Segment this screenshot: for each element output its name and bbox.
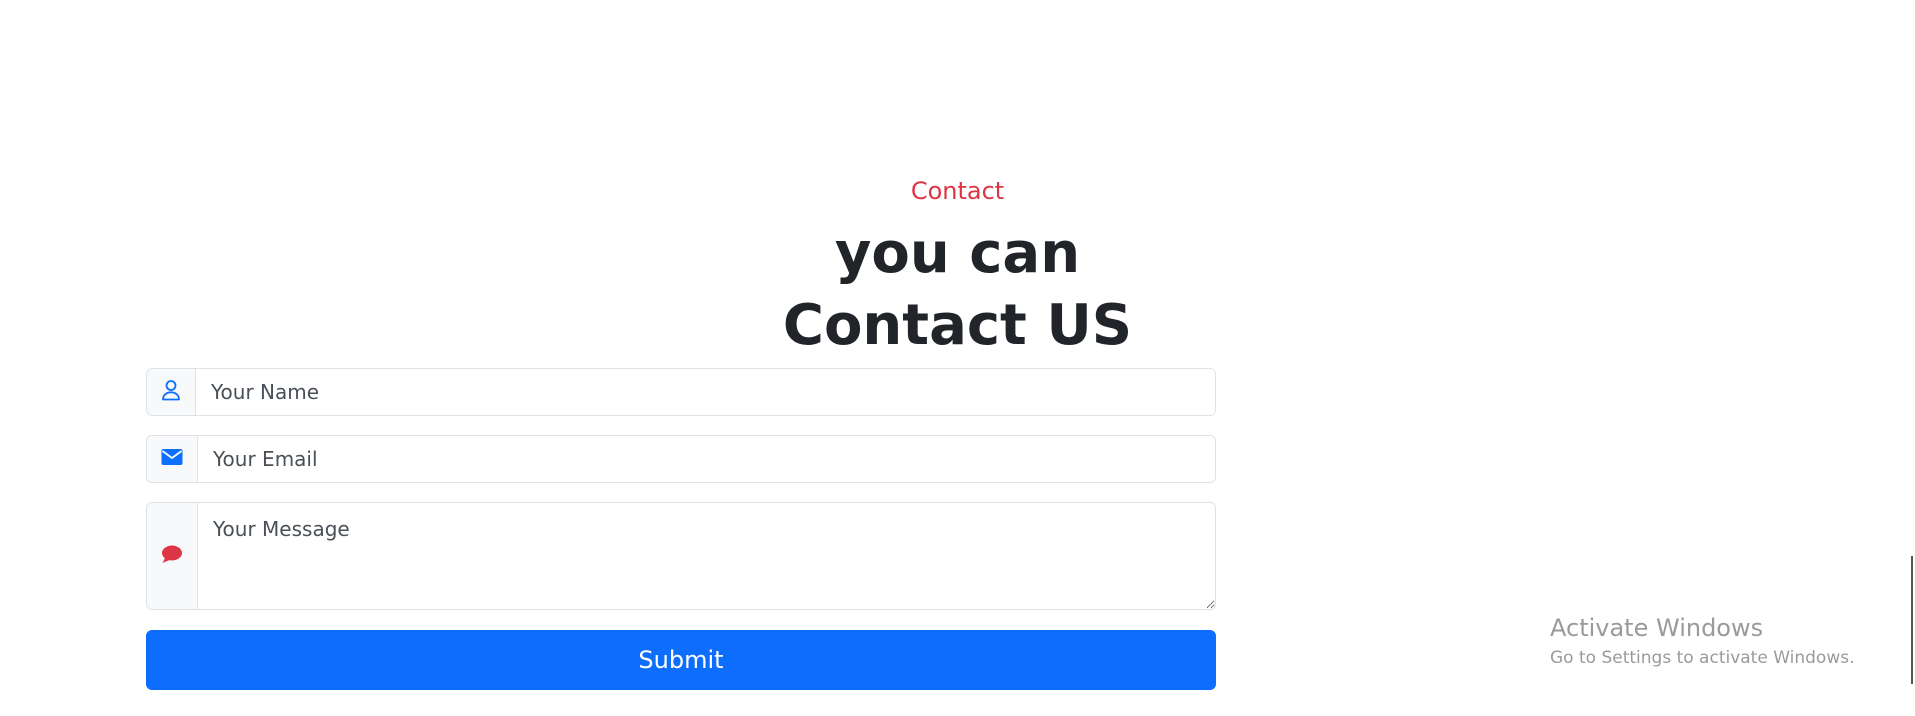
activate-windows-watermark: Activate Windows Go to Settings to activ…	[1550, 614, 1855, 668]
message-input[interactable]	[198, 503, 1215, 609]
envelope-icon	[161, 448, 183, 470]
headline-line-2: Contact US	[782, 293, 1133, 358]
name-addon	[147, 369, 196, 415]
section-eyebrow: Contact	[910, 177, 1005, 205]
scrollbar-thumb[interactable]	[1911, 556, 1913, 684]
message-input-group	[146, 502, 1216, 610]
email-addon	[147, 436, 198, 482]
person-icon	[161, 379, 181, 405]
name-input[interactable]	[196, 369, 1215, 415]
section-headline: you can Contact US	[0, 218, 1915, 362]
contact-page: Contact you can Contact US Your Name You…	[0, 0, 1915, 716]
message-addon	[147, 503, 198, 609]
watermark-title: Activate Windows	[1550, 614, 1764, 642]
email-input-group	[146, 435, 1216, 483]
name-input-group	[146, 368, 1216, 416]
headline-line-1: you can	[834, 221, 1081, 286]
email-input[interactable]	[198, 436, 1215, 482]
watermark-subtitle: Go to Settings to activate Windows.	[1550, 648, 1855, 668]
submit-button[interactable]: Submit	[146, 630, 1216, 690]
chat-bubble-icon	[161, 544, 183, 568]
